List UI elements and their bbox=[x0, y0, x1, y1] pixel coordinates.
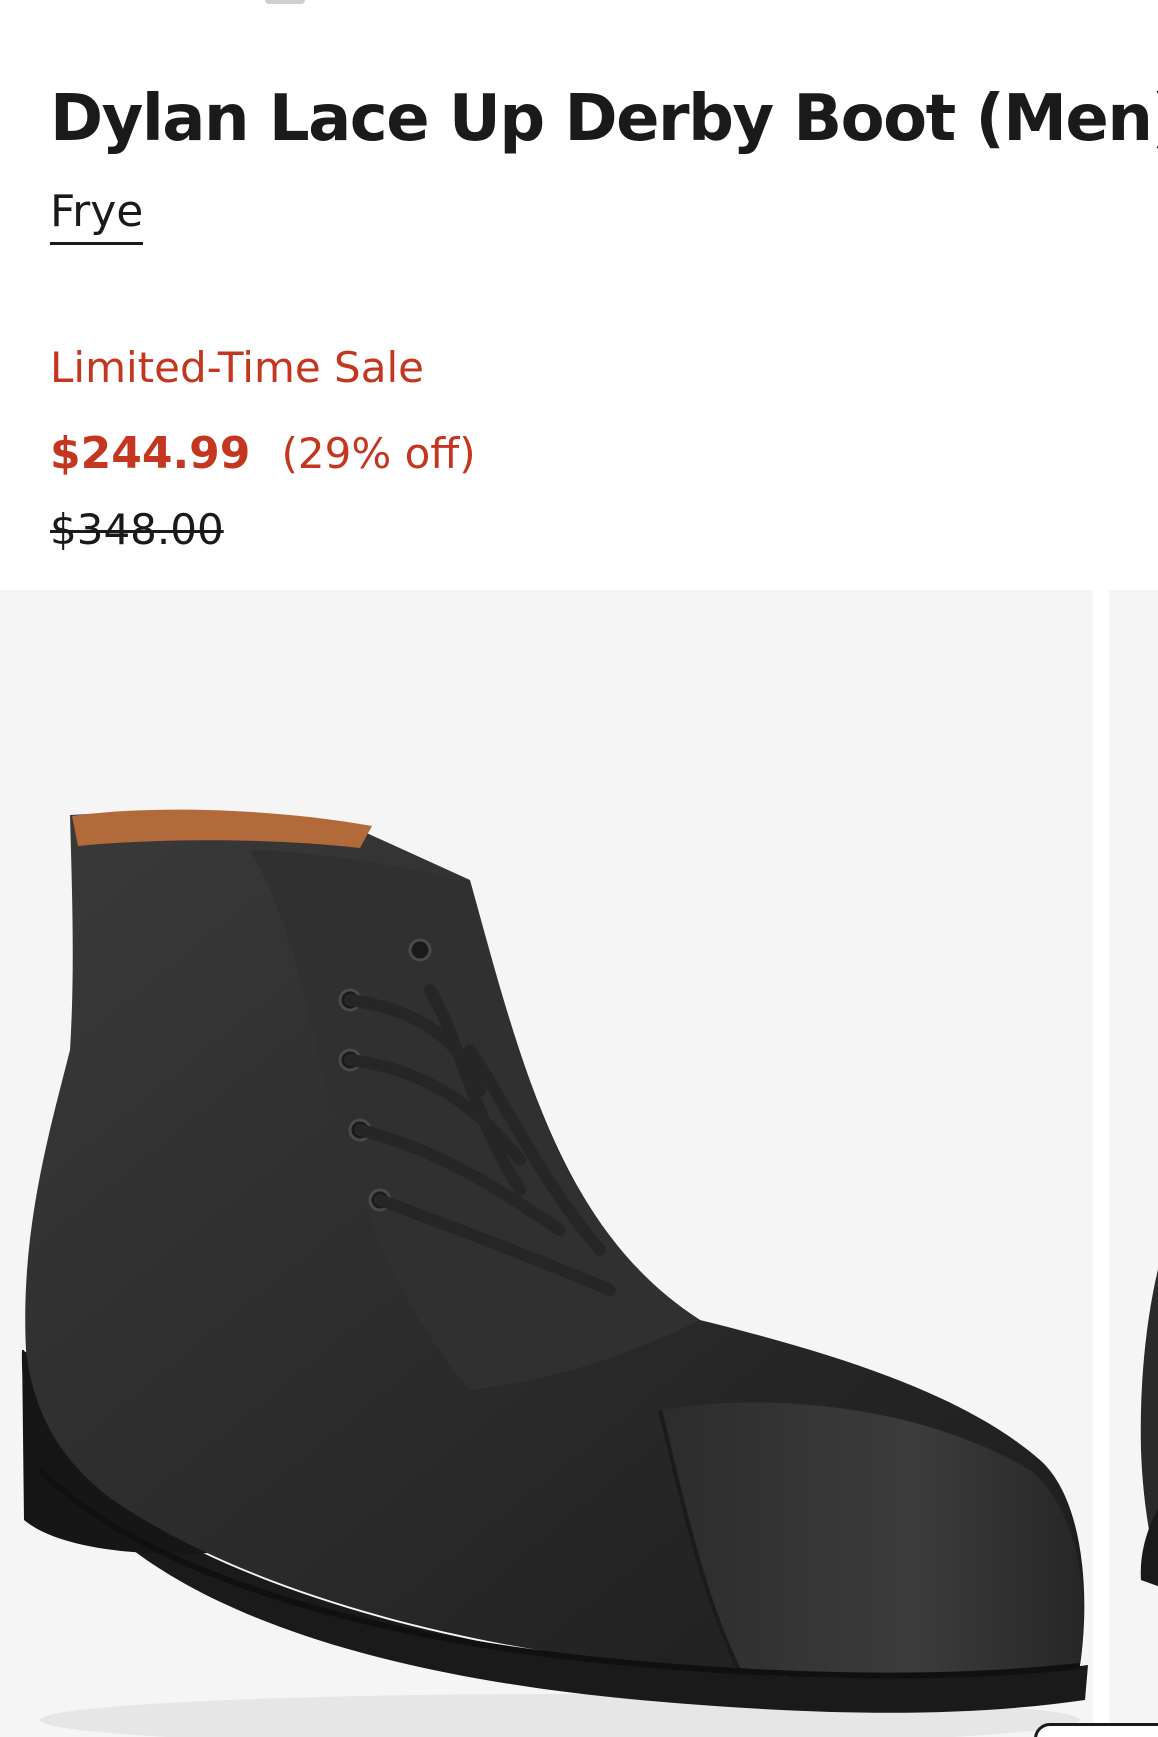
sale-price: $244.99 bbox=[50, 428, 251, 479]
carousel-indicator-tab[interactable] bbox=[1034, 1723, 1158, 1737]
product-image-gallery[interactable] bbox=[0, 590, 1158, 1737]
product-image-next[interactable] bbox=[1109, 590, 1158, 1737]
scroll-edge-indicator bbox=[265, 0, 305, 4]
product-title: Dylan Lace Up Derby Boot (Men) bbox=[50, 82, 1158, 156]
price-row: $244.99 (29% off) bbox=[50, 424, 476, 493]
product-image-main[interactable] bbox=[0, 590, 1093, 1737]
brand-link[interactable]: Frye bbox=[50, 184, 144, 245]
discount-percent: (29% off) bbox=[281, 429, 476, 478]
next-boot-image bbox=[1140, 1269, 1158, 1587]
original-price: $348.00 bbox=[50, 505, 224, 554]
boot-image bbox=[21, 809, 1088, 1737]
sale-label: Limited-Time Sale bbox=[50, 343, 424, 392]
